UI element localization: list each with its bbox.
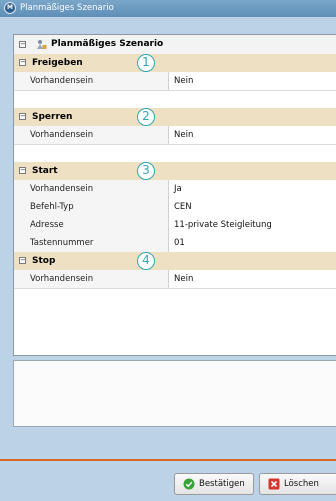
window-title: Planmäßiges Szenario (20, 3, 114, 13)
property-key: Vorhandensein (30, 130, 94, 140)
collapse-section-icon[interactable]: − (19, 257, 26, 264)
property-row[interactable]: Vorhandensein Nein (14, 126, 336, 145)
delete-icon (268, 478, 280, 490)
callout-badge: 2 (137, 108, 155, 126)
section-label: Stop (32, 256, 56, 266)
confirm-button[interactable]: Bestätigen (174, 473, 254, 495)
section-label: Sperren (32, 112, 73, 122)
callout-badge: 3 (137, 162, 155, 180)
section-stop[interactable]: − Stop 4 (14, 252, 336, 271)
description-panel (13, 360, 336, 427)
tree-root-label: Planmäßiges Szenario (51, 39, 164, 49)
property-key: Vorhandensein (30, 274, 94, 284)
property-key: Befehl-Typ (30, 202, 74, 212)
check-icon (183, 478, 195, 490)
section-freigeben[interactable]: − Freigeben 1 (14, 54, 336, 73)
property-value[interactable]: Ja (174, 184, 182, 194)
title-bar: M Planmäßiges Szenario (0, 0, 336, 17)
property-value[interactable]: CEN (174, 202, 192, 212)
property-row[interactable]: Vorhandensein Nein (14, 270, 336, 289)
collapse-section-icon[interactable]: − (19, 113, 26, 120)
property-key: Vorhandensein (30, 76, 94, 86)
property-row[interactable]: Tastennummer 01 (14, 234, 336, 253)
property-value[interactable]: 11-private Steigleitung (174, 220, 272, 230)
property-value[interactable]: 01 (174, 238, 185, 248)
footer-divider (0, 459, 336, 461)
tree-root-row[interactable]: − Planmäßiges Szenario (14, 35, 336, 55)
section-start[interactable]: − Start 3 (14, 162, 336, 181)
scenario-window: M Planmäßiges Szenario − Planmäßiges Sze… (0, 0, 336, 501)
section-label: Freigeben (32, 58, 83, 68)
property-value[interactable]: Nein (174, 274, 193, 284)
property-value[interactable]: Nein (174, 130, 193, 140)
property-row[interactable]: Vorhandensein Ja (14, 180, 336, 199)
property-value[interactable]: Nein (174, 76, 193, 86)
property-grid: − Planmäßiges Szenario − Freigeben 1 Vor… (13, 34, 336, 356)
section-label: Start (32, 166, 58, 176)
delete-label: Löschen (284, 479, 319, 489)
property-key: Tastennummer (30, 238, 94, 248)
app-logo-icon: M (4, 2, 16, 14)
collapse-section-icon[interactable]: − (19, 59, 26, 66)
collapse-root-icon[interactable]: − (19, 41, 26, 48)
property-key: Vorhandensein (30, 184, 94, 194)
confirm-label: Bestätigen (199, 479, 245, 489)
collapse-section-icon[interactable]: − (19, 167, 26, 174)
callout-badge: 4 (137, 252, 155, 270)
delete-button[interactable]: Löschen (259, 473, 336, 495)
property-row[interactable]: Adresse 11-private Steigleitung (14, 216, 336, 235)
section-sperren[interactable]: − Sperren 2 (14, 108, 336, 127)
property-row[interactable]: Befehl-Typ CEN (14, 198, 336, 217)
callout-badge: 1 (137, 54, 155, 72)
property-key: Adresse (30, 220, 64, 230)
property-row[interactable]: Vorhandensein Nein (14, 72, 336, 91)
scenario-icon (37, 40, 47, 49)
